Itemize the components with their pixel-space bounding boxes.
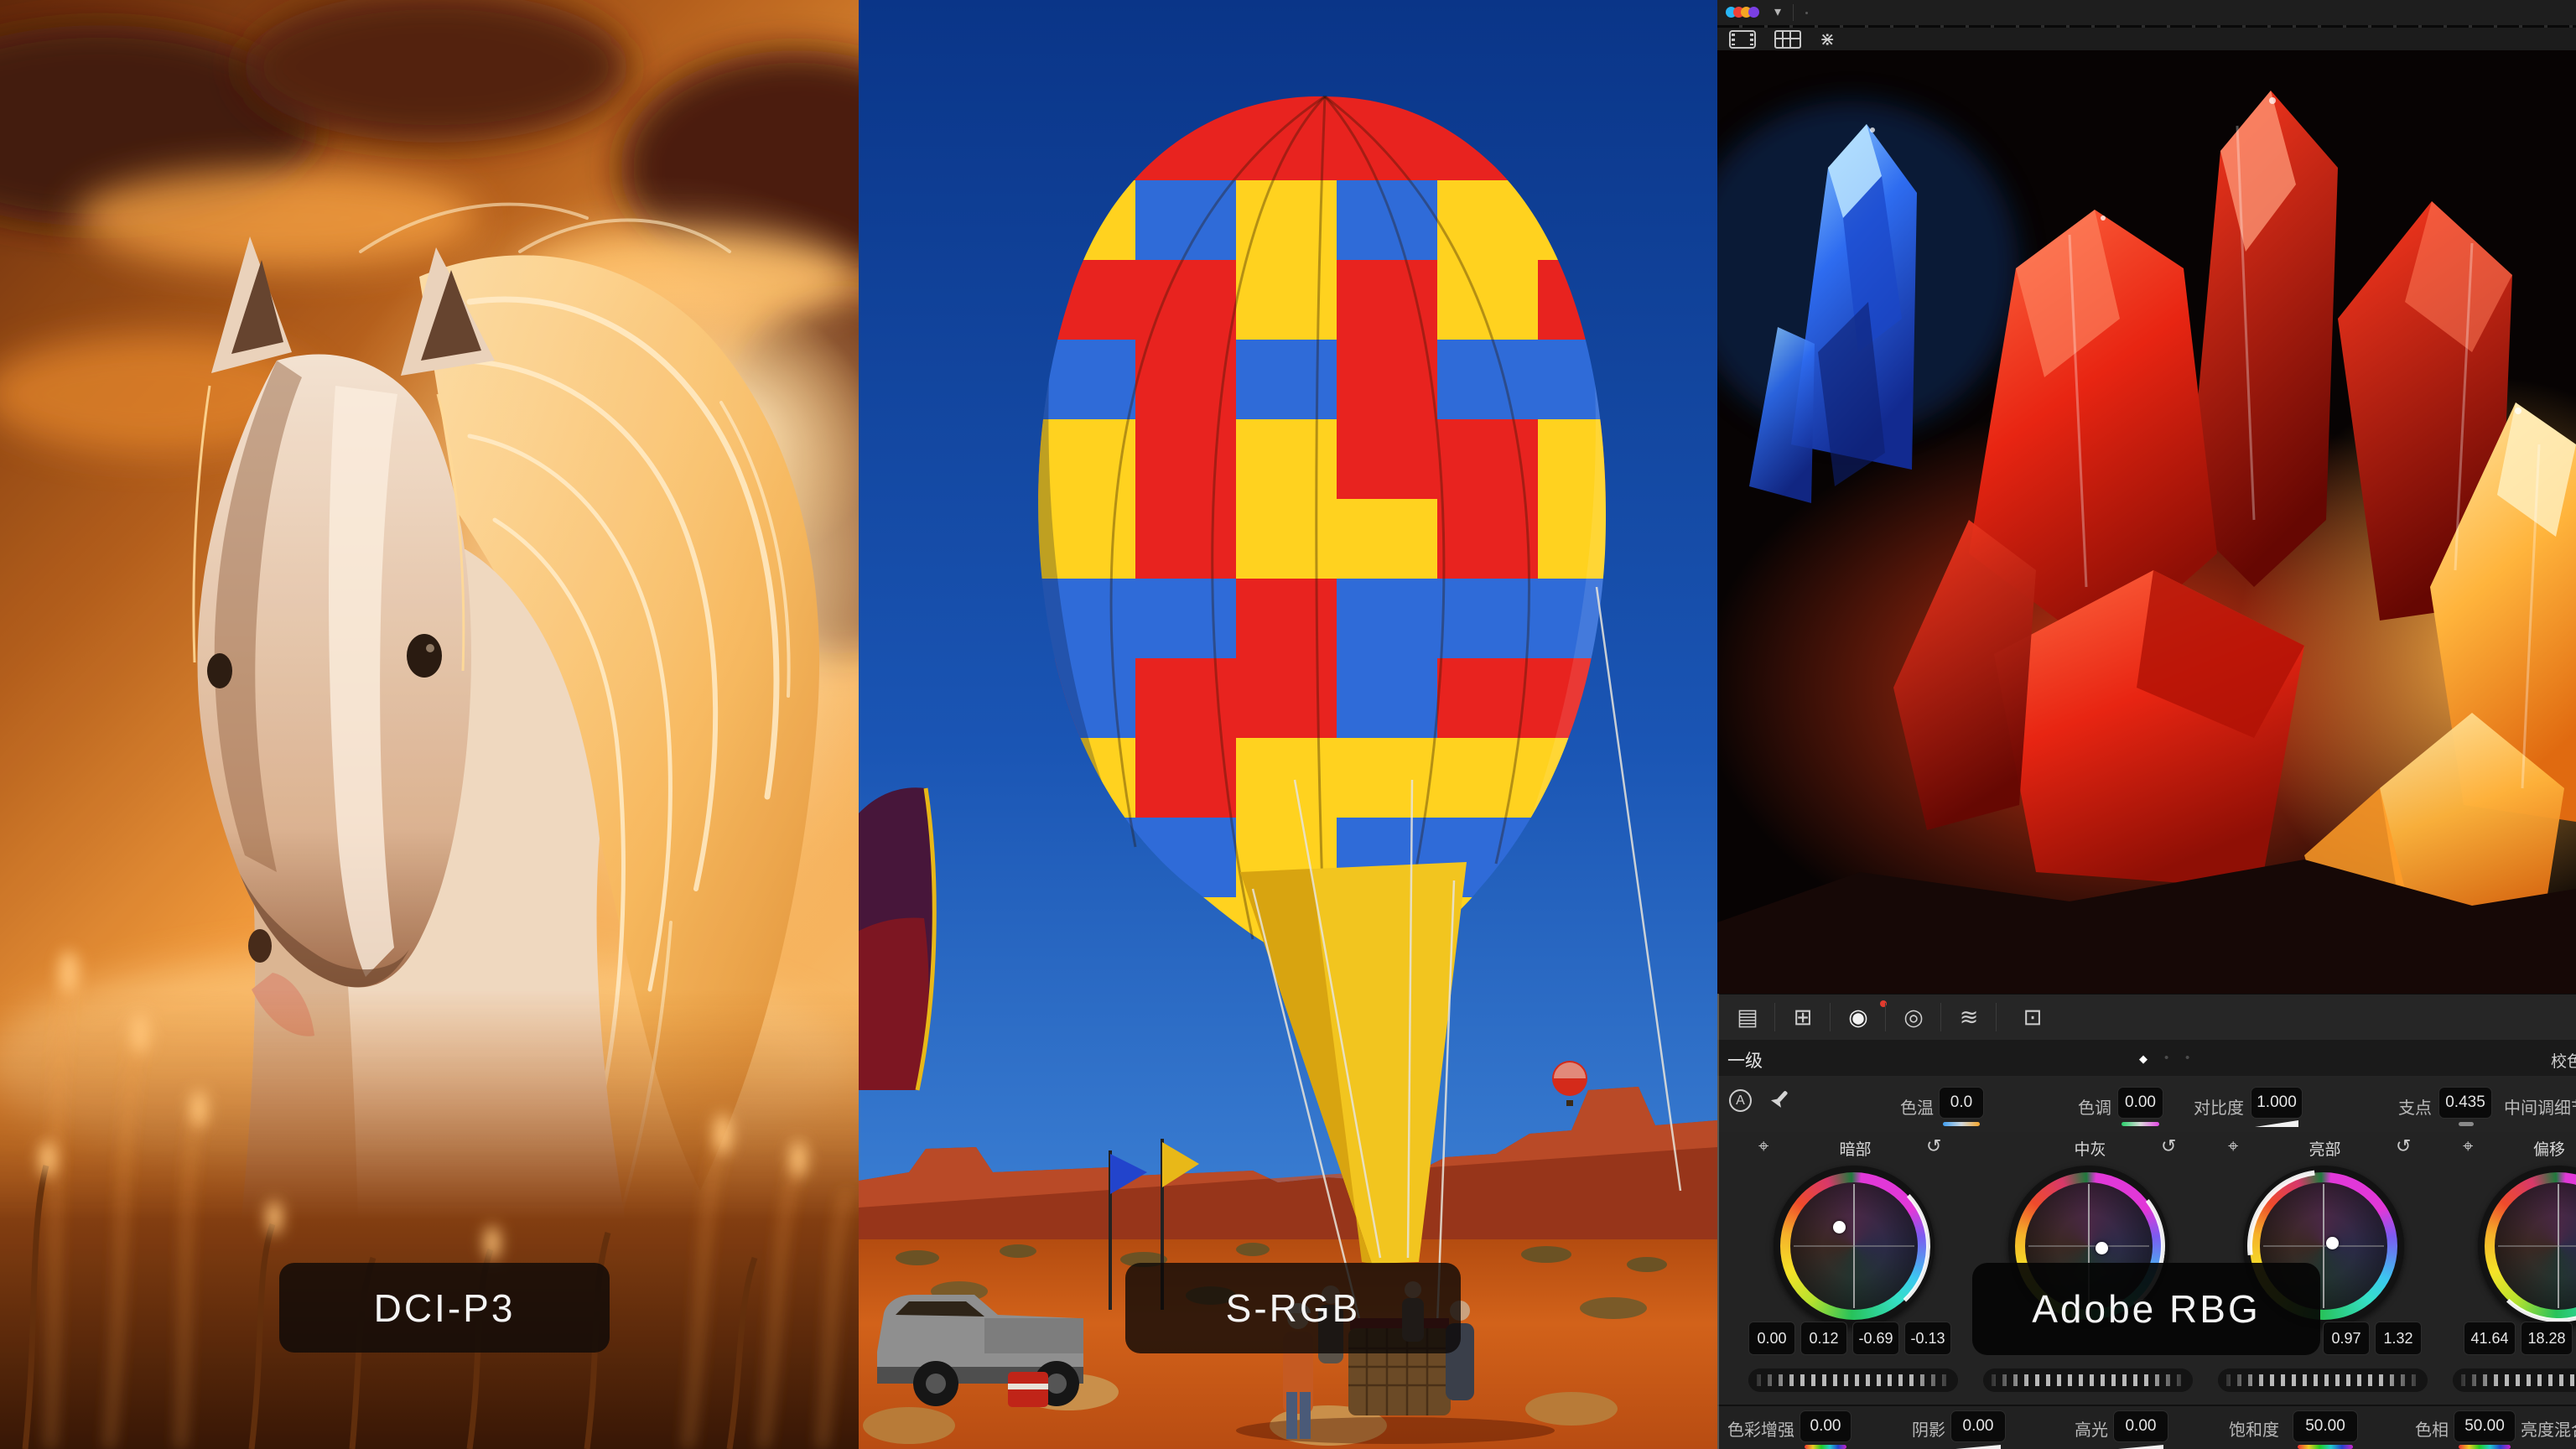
pivot-value[interactable]: 0.435 [2438,1087,2492,1119]
balloon-photo [859,0,1717,1449]
gain-blue-value[interactable]: 1.32 [2375,1322,2422,1355]
midtone-detail-label: 中间调细节 [2504,1094,2576,1119]
highlights-value[interactable]: 0.00 [2113,1410,2168,1442]
tint-label: 色调 [2044,1094,2111,1119]
contrast-underline [2255,1120,2298,1127]
lift-blue-value[interactable]: -0.13 [1904,1322,1951,1355]
temp-value[interactable]: 0.0 [1939,1087,1984,1119]
gallery-luts-icon[interactable] [1726,3,1763,22]
highlights-label: 高光 [2068,1416,2108,1441]
temp-underline [1943,1122,1980,1126]
crystal-photo [1717,50,2576,994]
panel-left-edge [1717,994,1719,1449]
viewer-image-zone [1717,50,2576,994]
underline [2459,1445,2511,1449]
primary-adjustments-bar: A 色温 0.0 色调 0.00 对比度 1.000 支点 0.435 中间调细… [1717,1076,2576,1133]
color-boost-value[interactable]: 0.00 [1800,1410,1852,1442]
panel-srgb: S-RGB [859,0,1717,1449]
reset-icon[interactable]: ↺ [2396,1135,2411,1157]
curves-icon[interactable]: ≋ [1949,1000,1989,1035]
offset-wheel-label: 偏移 [2453,1137,2576,1160]
palette-toolbar: ▤ ⊞ ◉ ◎ ≋ ⊡ [1717,994,2576,1042]
palette-header: 一级 ◆ • • 校色轮 [1717,1040,2576,1078]
auto-balance-icon[interactable]: A [1729,1089,1752,1112]
reset-icon[interactable]: ↺ [1926,1135,1941,1157]
hdr-wheels-icon[interactable]: ◎ [1893,1000,1934,1035]
underline [1955,1445,2001,1449]
pager-dot-icon[interactable]: • [2164,1051,2168,1065]
pager-dot-icon[interactable]: • [2185,1051,2189,1065]
panel-dci-p3: DCI-P3 [0,0,859,1449]
divider [1940,1003,1941,1031]
left-partial-balloon [859,787,934,1090]
saturation-value[interactable]: 50.00 [2293,1410,2358,1442]
divider [1996,1003,1997,1031]
pager-active-icon[interactable]: ◆ [2139,1052,2148,1066]
adobe-rgb-label-text: Adobe RBG [2032,1286,2260,1332]
camera-raw-icon[interactable]: ▤ [1727,1000,1768,1035]
temp-label: 色温 [1867,1094,1934,1119]
lum-mix-label: 亮度混合 [2521,1416,2576,1441]
divider [1793,4,1794,21]
divider [1774,1003,1775,1031]
lift-color-wheel[interactable] [1774,1166,1935,1327]
adobe-rgb-label: Adobe RBG [1972,1263,2320,1355]
lift-master-slider[interactable] [1748,1368,1958,1392]
tint-underline [2122,1122,2159,1126]
contrast-label: 对比度 [2167,1094,2244,1119]
pivot-underline [2459,1122,2474,1126]
palette-mode-label[interactable]: 校色轮 [2551,1049,2576,1072]
clips-filmstrip-icon[interactable] [1729,30,1756,49]
color-wheels-icon[interactable]: ◉ [1838,1000,1878,1035]
contrast-value[interactable]: 1.000 [2251,1087,2303,1119]
app-top-bar: ▾ [1717,0,2576,25]
saturation-label: 饱和度 [2222,1416,2279,1441]
dci-p3-label-text: DCI-P3 [374,1285,516,1331]
srgb-label-text: S-RGB [1226,1285,1361,1331]
color-boost-label: 色彩增强 [1724,1416,1794,1441]
divider [1885,1003,1886,1031]
hue-label: 色相 [2408,1416,2449,1441]
srgb-label: S-RGB [1125,1263,1461,1353]
reset-icon[interactable]: ↺ [2161,1135,2176,1157]
offset-green-value[interactable]: 18.28 [2521,1322,2573,1355]
lift-master-value[interactable]: 0.00 [1748,1322,1795,1355]
divider [1830,1003,1831,1031]
secondary-adjustments-bar: 色彩增强 0.00 阴影 0.00 高光 0.00 饱和度 50.00 色相 5… [1717,1405,2576,1449]
dci-p3-label: DCI-P3 [279,1263,610,1353]
offset-color-wheel[interactable] [2478,1166,2576,1327]
app-browser-bar: ⋇ [1717,28,2576,50]
underline [1805,1445,1846,1449]
underline [2298,1445,2353,1449]
underline [2118,1445,2163,1449]
offset-master-slider[interactable] [2453,1368,2576,1392]
horse-photo [0,0,859,1449]
wheel-indicator[interactable] [1833,1221,1846,1233]
shadows-value[interactable]: 0.00 [1950,1410,2006,1442]
lift-green-value[interactable]: -0.69 [1852,1322,1899,1355]
effects-sparkle-icon[interactable]: ⋇ [1820,30,1835,49]
chevron-down-icon[interactable]: ▾ [1774,6,1781,19]
lift-red-value[interactable]: 0.12 [1800,1322,1847,1355]
gain-green-value[interactable]: 0.97 [2323,1322,2370,1355]
offset-wheel-cell: ⌖ 偏移 41.64 18.28 [2453,1132,2576,1405]
shadows-label: 阴影 [1905,1416,1945,1441]
gain-master-slider[interactable] [2218,1368,2428,1392]
offset-red-value[interactable]: 41.64 [2464,1322,2516,1355]
sizing-icon[interactable]: ⊡ [2012,1000,2053,1035]
wheel-indicator[interactable] [2326,1237,2339,1249]
tint-value[interactable]: 0.00 [2117,1087,2163,1119]
thumbnail-grid-icon[interactable] [1774,30,1801,49]
panel-color-app: ▾ ⋇ [1717,0,2576,1449]
screenshot-stage: DCI-P3 [0,0,2576,1449]
color-match-icon[interactable]: ⊞ [1783,1000,1823,1035]
lift-wheel-cell: ⌖ 暗部 ↺ 0.00 0.12 -0.69 -0.13 [1748,1132,1962,1405]
gamma-master-slider[interactable] [1983,1368,2193,1392]
hue-value[interactable]: 50.00 [2454,1410,2516,1442]
wheel-indicator[interactable] [2096,1242,2108,1254]
eyedropper-icon[interactable] [1769,1089,1793,1113]
palette-title: 一级 [1727,1047,1763,1072]
pivot-label: 支点 [2365,1094,2432,1119]
dot-icon [1805,12,1808,14]
